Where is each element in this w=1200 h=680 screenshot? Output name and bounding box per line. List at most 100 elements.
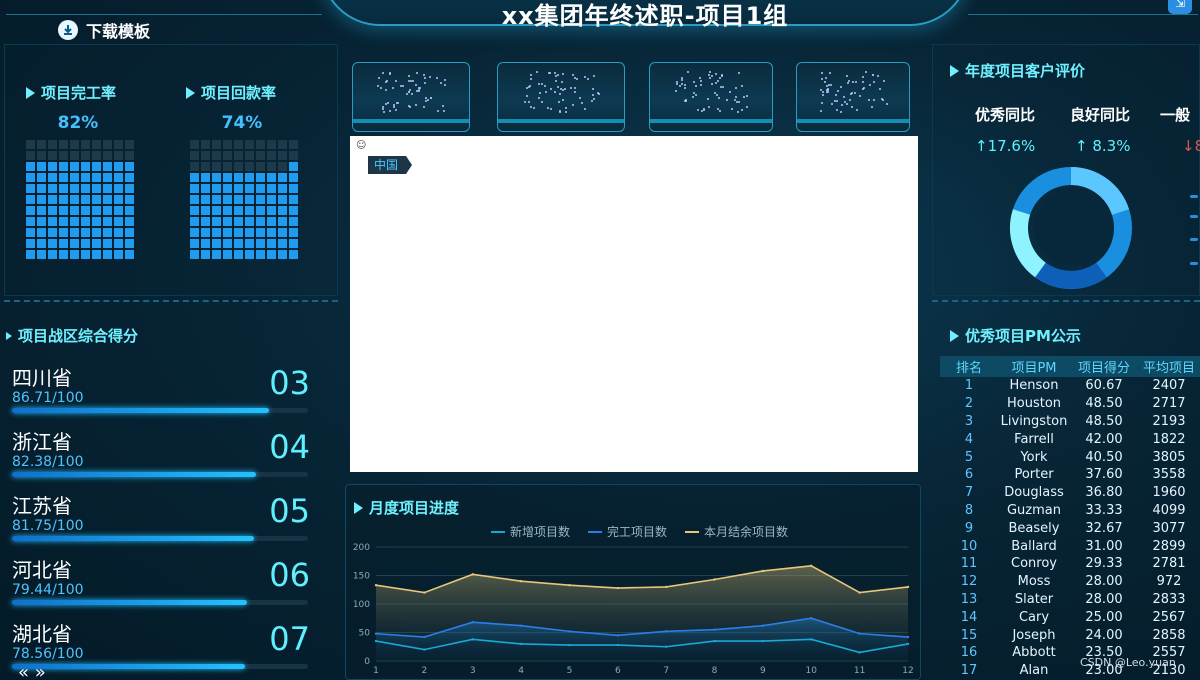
waffle-cell (234, 173, 243, 182)
table-row[interactable]: 5 York 40.50 3805 (940, 448, 1200, 466)
sparkle-dot (424, 77, 427, 80)
table-row[interactable]: 3 Livingston 48.50 2193 (940, 413, 1200, 431)
table-row[interactable]: 6 Porter 37.60 3558 (940, 466, 1200, 484)
sparkle-dot (545, 90, 548, 93)
sparkle-dot (717, 79, 720, 82)
sparkle-dot (820, 110, 823, 113)
sparkle-dot (437, 109, 440, 112)
waffle-cell (48, 184, 57, 193)
waffle-cell (70, 217, 79, 226)
thumbnail-3[interactable] (649, 62, 773, 132)
data-point (761, 639, 765, 643)
pm-title-text: 优秀项目PM公示 (965, 327, 1081, 345)
china-map-area[interactable]: ☺ 中国 (350, 136, 918, 472)
pm-table-wrapper[interactable]: 排名 项目PM 项目得分 平均项目 1 Henson 60.67 2407 2 H… (940, 356, 1200, 680)
table-row[interactable]: 13 Slater 28.00 2833 (940, 591, 1200, 609)
waffle-cell (190, 162, 199, 171)
waffle-cell (70, 151, 79, 160)
sparkle-dot (399, 85, 402, 88)
pm-average: 1822 (1152, 431, 1186, 447)
waffle-cell (114, 151, 123, 160)
data-point (664, 645, 668, 648)
waffle-cell (212, 162, 221, 171)
waffle-cell (245, 195, 254, 204)
waffle-cell (190, 217, 199, 226)
table-row[interactable]: 9 Beasely 32.67 3077 (940, 519, 1200, 537)
pm-score: 40.50 (1085, 449, 1123, 465)
sparkle-dot (821, 78, 824, 81)
data-point (519, 642, 523, 646)
waffle-cell (245, 239, 254, 248)
table-row[interactable]: 14 Cary 25.00 2567 (940, 608, 1200, 626)
waffle-cell (81, 250, 90, 259)
waffle-cell (103, 217, 112, 226)
pm-average: 2833 (1152, 591, 1186, 607)
waffle-cell (81, 217, 90, 226)
col-rank[interactable]: 排名 (940, 356, 998, 377)
waffle-cell (70, 184, 79, 193)
waffle-cell (223, 140, 232, 149)
sparkle-dot (407, 90, 410, 93)
region-pager[interactable]: « » (18, 662, 46, 680)
waffle-cell (59, 151, 68, 160)
waffle-cell (201, 173, 210, 182)
col-average[interactable]: 平均项目 (1138, 356, 1200, 377)
table-row[interactable]: 10 Ballard 31.00 2899 (940, 537, 1200, 555)
data-point (374, 583, 378, 587)
waffle-cell (201, 162, 210, 171)
waffle-cell (212, 217, 221, 226)
sparkle-dot (429, 96, 432, 99)
waffle-cell (234, 195, 243, 204)
x-tick-label: 7 (663, 666, 669, 676)
table-row[interactable]: 4 Farrell 42.00 1822 (940, 430, 1200, 448)
region-row[interactable]: 江苏省 81.75/100 05 (12, 490, 310, 552)
thumbnail-1[interactable] (352, 62, 470, 132)
table-row[interactable]: 11 Conroy 29.33 2781 (940, 555, 1200, 573)
sparkle-dot (409, 80, 412, 83)
waffle-cell (289, 140, 298, 149)
pm-name: Porter (1014, 467, 1054, 483)
sparkle-dot (872, 74, 875, 77)
waffle-cell (70, 228, 79, 237)
region-row[interactable]: 四川省 86.71/100 03 (12, 362, 310, 424)
sparkle-dot (442, 105, 445, 108)
sparkle-dot (554, 91, 557, 94)
download-template-button[interactable]: 下载模板 (58, 18, 150, 42)
waffle-cell (289, 184, 298, 193)
region-row[interactable]: 河北省 79.44/100 06 (12, 554, 310, 616)
region-rank: 07 (269, 620, 310, 658)
table-row[interactable]: 7 Douglass 36.80 1960 (940, 484, 1200, 502)
region-score: 81.75/100 (12, 518, 84, 534)
thumbnail-4[interactable] (796, 62, 910, 132)
waffle-cell (103, 195, 112, 204)
sparkle-dot (698, 77, 701, 80)
sparkle-dot (401, 85, 404, 87)
table-row[interactable]: 12 Moss 28.00 972 (940, 573, 1200, 591)
download-label: 下载模板 (86, 22, 151, 41)
table-row[interactable]: 2 Houston 48.50 2717 (940, 395, 1200, 413)
sparkle-dot (572, 104, 575, 107)
thumbnail-2[interactable] (497, 62, 625, 132)
waffle-cell (103, 206, 112, 215)
pm-score: 29.33 (1085, 556, 1123, 572)
region-row[interactable]: 湖北省 78.56/100 07 (12, 618, 310, 680)
sparkle-dot (408, 105, 411, 108)
sparkle-dot (737, 101, 740, 104)
col-score[interactable]: 项目得分 (1070, 356, 1138, 377)
export-icon[interactable]: ⇲ (1168, 0, 1192, 14)
waffle-cell (48, 206, 57, 215)
eval-label-good: 良好同比 (1070, 106, 1131, 124)
waffle-cell (103, 228, 112, 237)
table-row[interactable]: 15 Joseph 24.00 2858 (940, 626, 1200, 644)
col-pm[interactable]: 项目PM (998, 356, 1070, 377)
sparkle-dot (734, 87, 737, 90)
sparkle-dot (863, 86, 866, 89)
sparkle-dot (702, 107, 705, 110)
region-row[interactable]: 浙江省 82.38/100 04 (12, 426, 310, 488)
sparkle-dot (873, 98, 876, 101)
sparkle-dot (378, 77, 381, 80)
table-row[interactable]: 1 Henson 60.67 2407 (940, 377, 1200, 395)
triangle-icon (6, 331, 12, 340)
table-row[interactable]: 8 Guzman 33.33 4099 (940, 502, 1200, 520)
map-region-tag[interactable]: 中国 (368, 156, 413, 174)
